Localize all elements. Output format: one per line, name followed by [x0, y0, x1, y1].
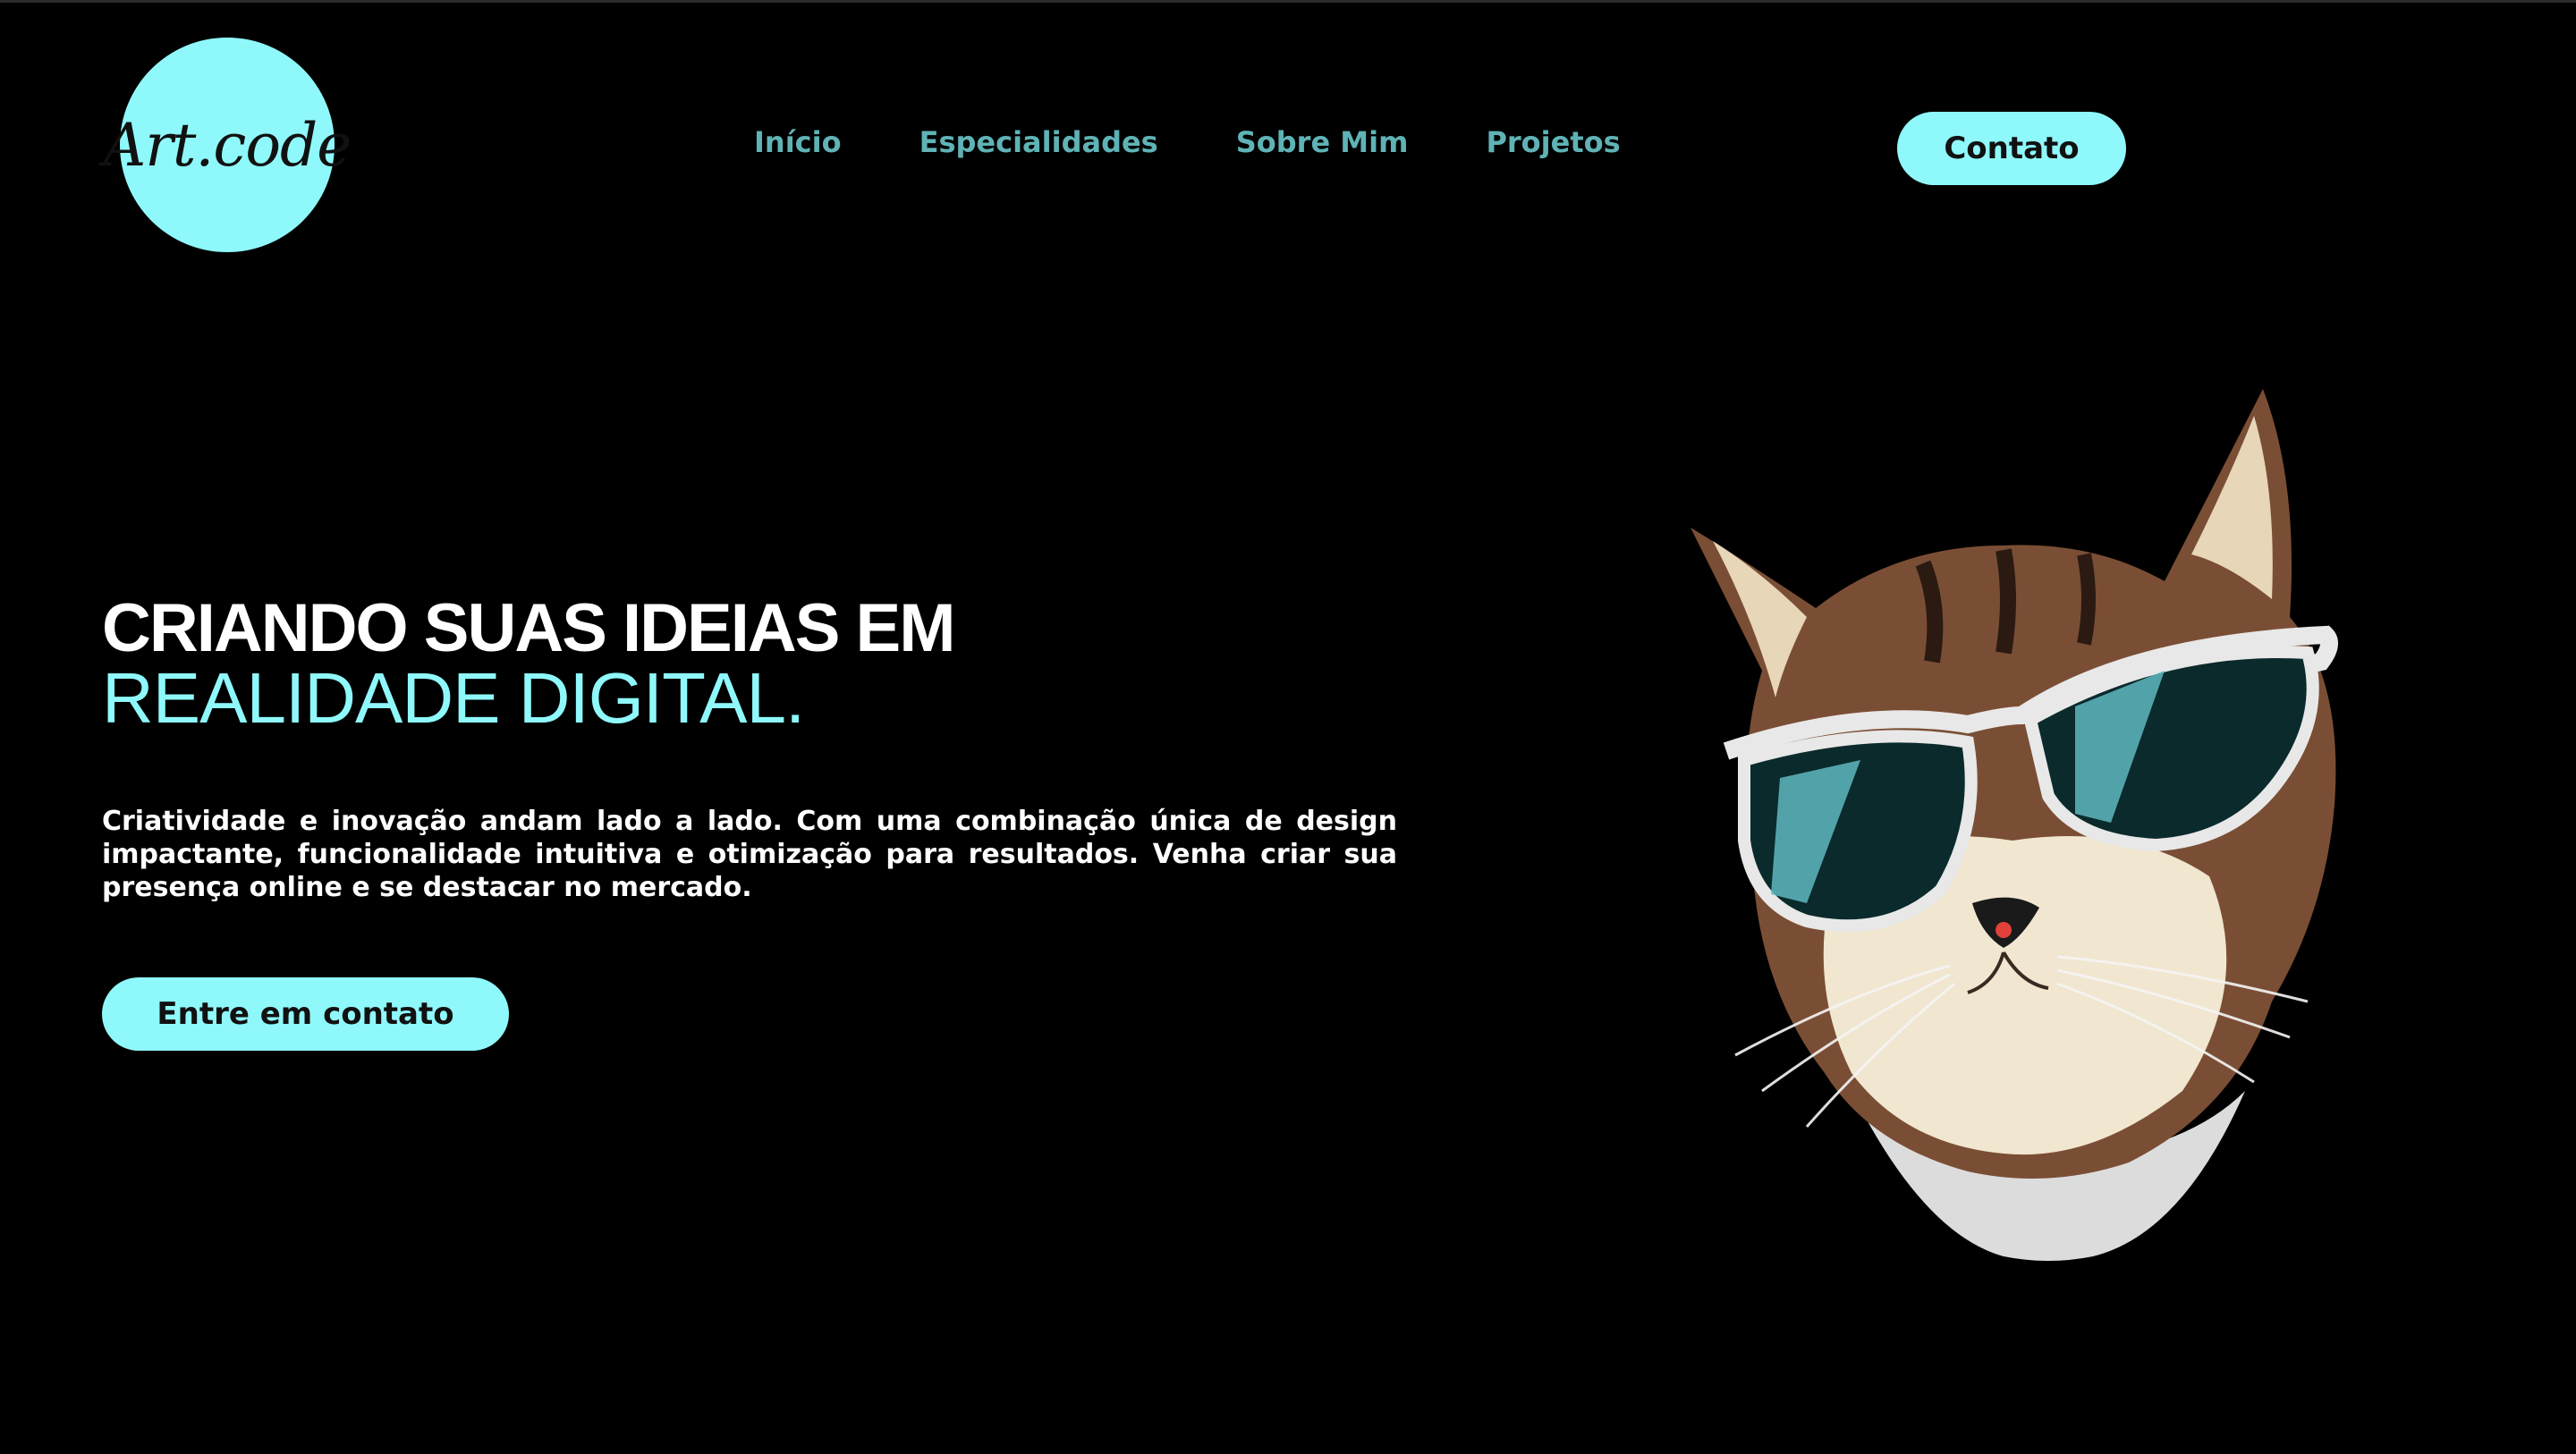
nav-item-especialidades[interactable]: Especialidades	[919, 125, 1158, 159]
hero-title: CRIANDO SUAS IDEIAS EM REALIDADE DIGITAL…	[102, 590, 956, 738]
nav-item-inicio[interactable]: Início	[754, 125, 842, 159]
main-nav: Início Especialidades Sobre Mim Projetos	[754, 125, 1699, 159]
nav-item-projetos[interactable]: Projetos	[1486, 125, 1620, 159]
contact-button[interactable]: Contato	[1897, 112, 2126, 185]
hero-description: Criatividade e inovação andam lado a lad…	[102, 806, 1397, 903]
logo-text: Art.code	[103, 110, 352, 180]
hero-title-line1: CRIANDO SUAS IDEIAS EM	[102, 590, 956, 666]
top-border	[0, 0, 2576, 3]
hero-title-line2: REALIDADE DIGITAL.	[102, 658, 805, 738]
nav-item-sobre-mim[interactable]: Sobre Mim	[1236, 125, 1409, 159]
cta-contact-button[interactable]: Entre em contato	[102, 977, 509, 1051]
cat-with-sunglasses-illustration	[1690, 389, 2338, 1261]
logo[interactable]: Art.code	[104, 38, 352, 252]
